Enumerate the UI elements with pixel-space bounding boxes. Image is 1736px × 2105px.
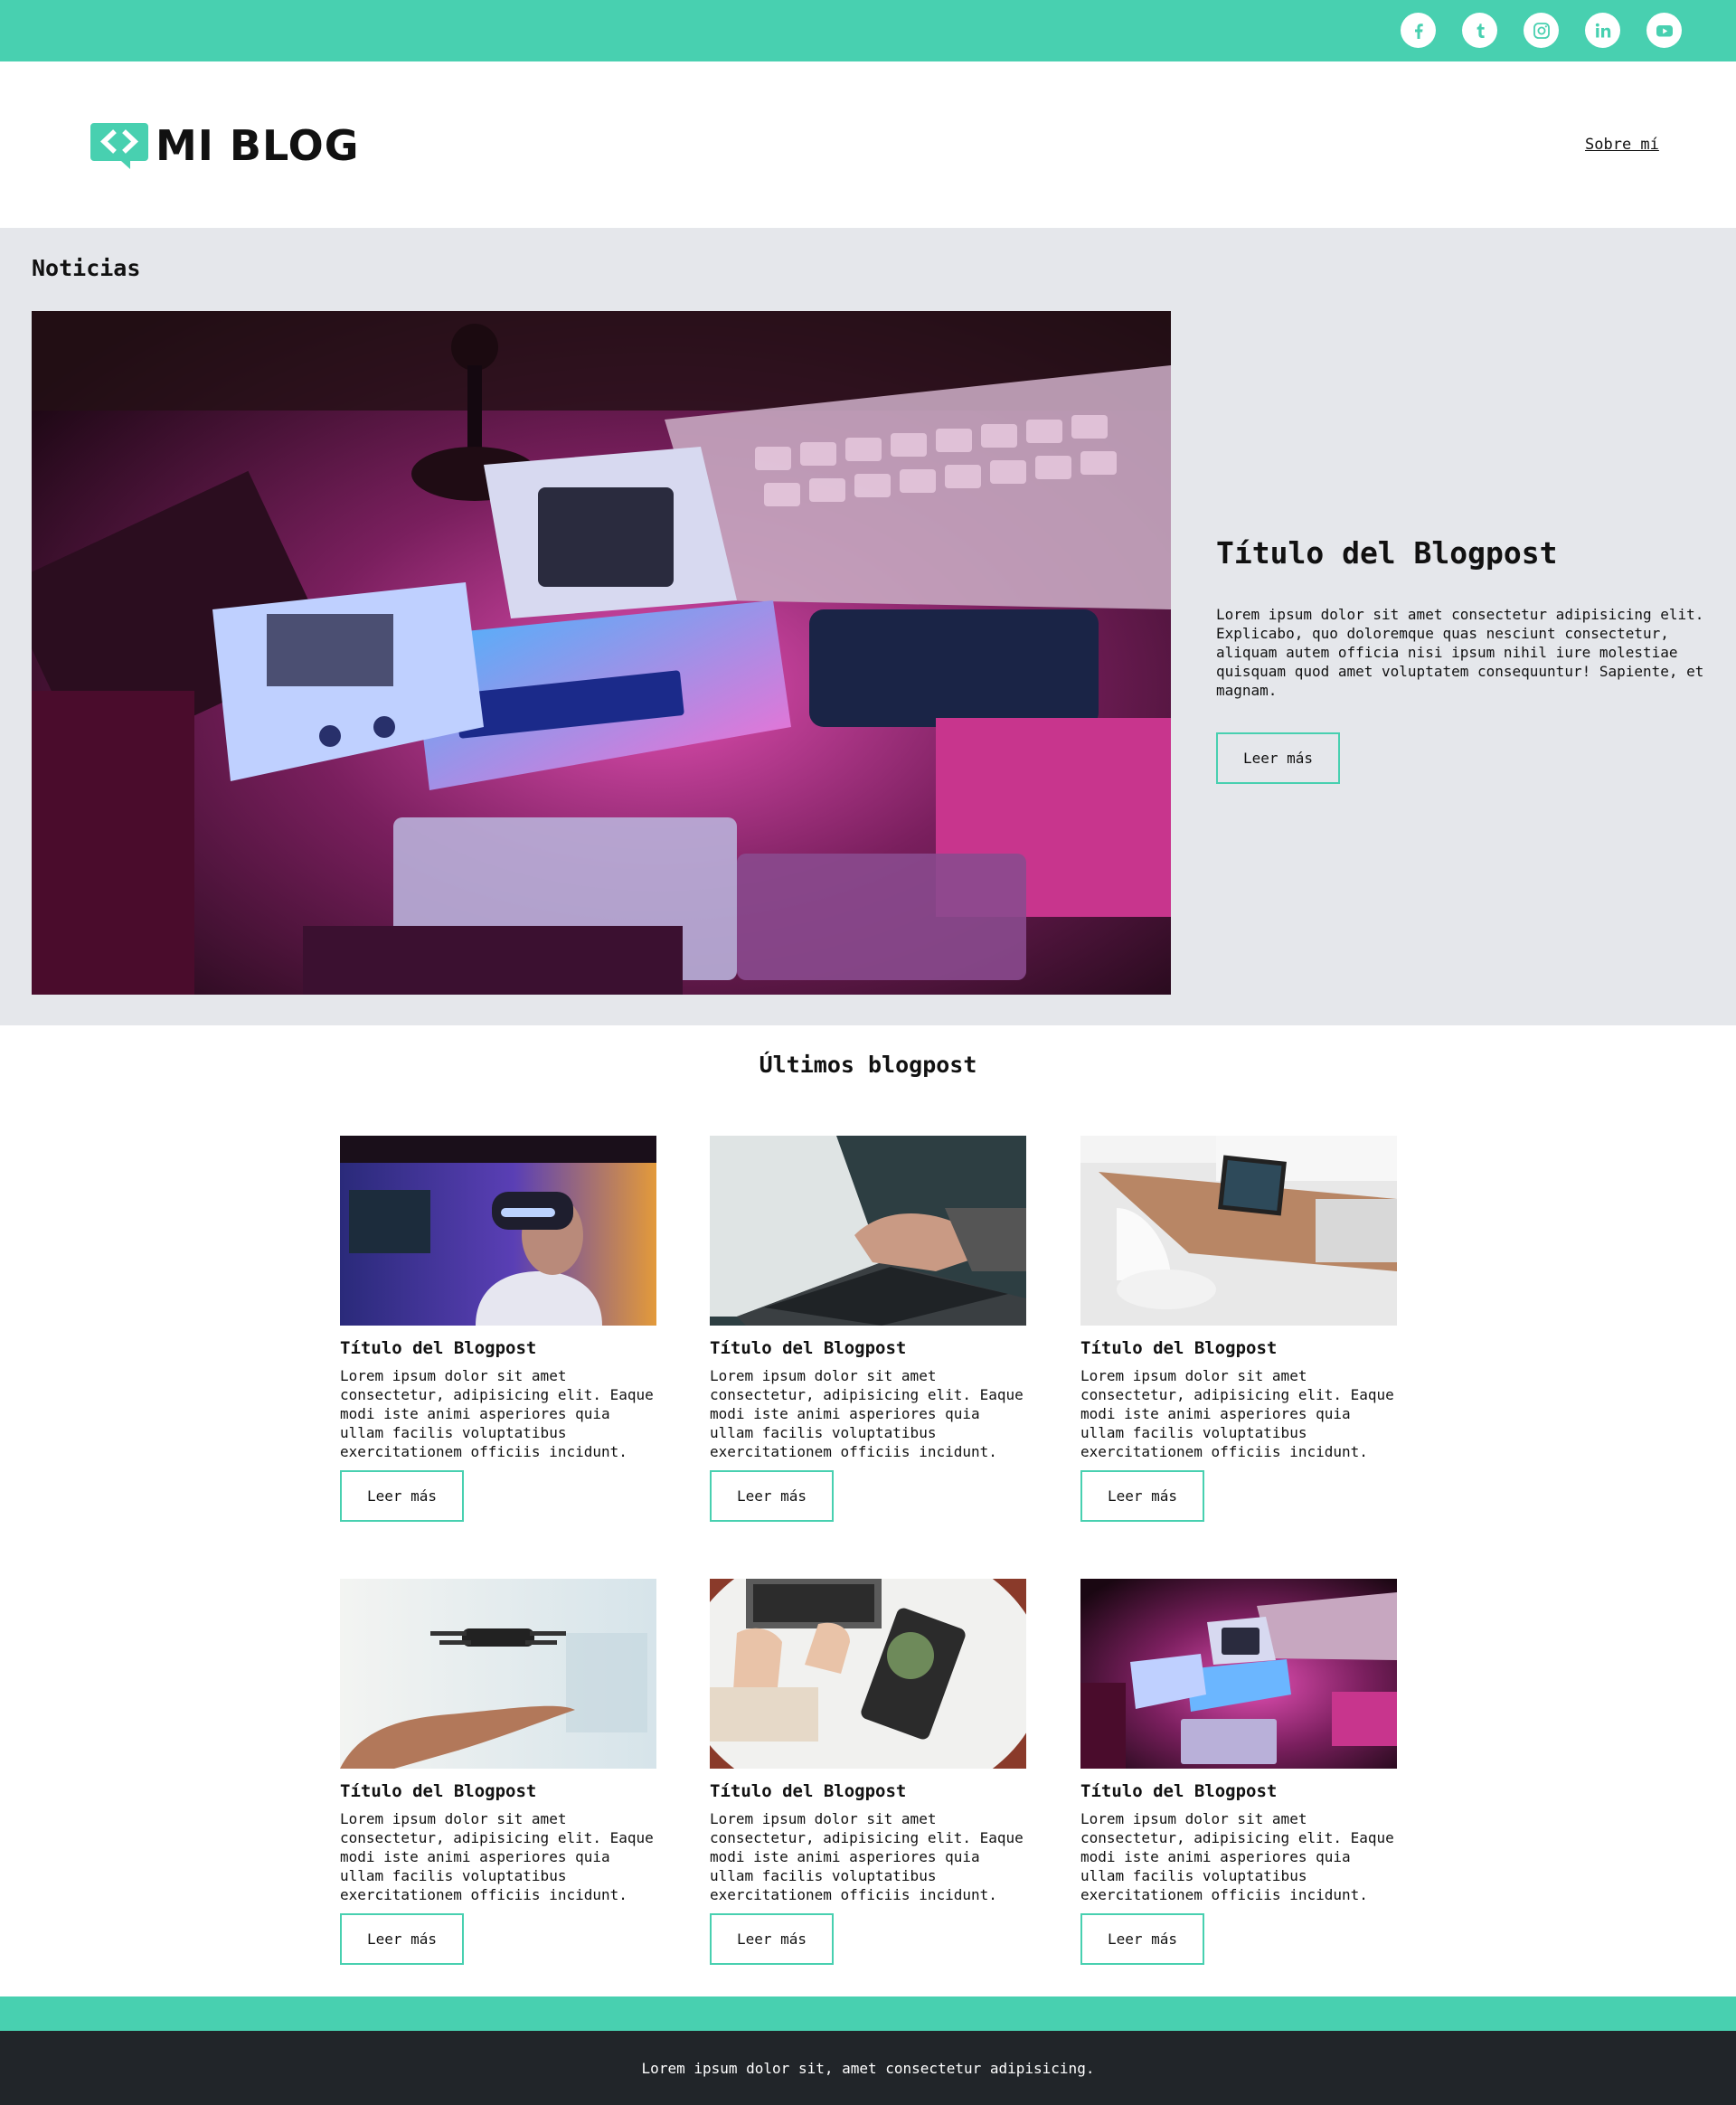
post-card-title: Título del Blogpost	[710, 1781, 907, 1801]
post-card: Título del Blogpost Lorem ipsum dolor si…	[1080, 1579, 1397, 1965]
post-card-image[interactable]	[1080, 1136, 1397, 1326]
desk-laptop-photo	[1080, 1136, 1397, 1326]
post-card-title: Título del Blogpost	[710, 1338, 907, 1358]
post-card: Título del Blogpost Lorem ipsum dolor si…	[710, 1136, 1026, 1522]
post-card-excerpt: Lorem ipsum dolor sit amet consectetur, …	[710, 1367, 1024, 1460]
nav-about-link[interactable]: Sobre mí	[1585, 136, 1659, 154]
retro-computers-photo	[32, 311, 1171, 995]
laptop-typing-photo	[710, 1136, 1026, 1326]
retro-computers-photo	[1080, 1579, 1397, 1769]
post-card: Título del Blogpost Lorem ipsum dolor si…	[1080, 1136, 1397, 1522]
instagram-icon[interactable]	[1524, 13, 1559, 48]
hero-post-excerpt: Lorem ipsum dolor sit amet consectetur a…	[1216, 606, 1704, 699]
hero-post-title: Título del Blogpost	[1216, 535, 1558, 571]
post-card-title: Título del Blogpost	[340, 1338, 537, 1358]
post-card-title: Título del Blogpost	[1080, 1781, 1278, 1801]
drone-hand-photo	[340, 1579, 656, 1769]
news-section-title: Noticias	[32, 255, 141, 281]
post-card-read-more-button[interactable]: Leer más	[710, 1470, 834, 1522]
post-card-read-more-button[interactable]: Leer más	[340, 1913, 464, 1965]
post-card: Título del Blogpost Lorem ipsum dolor si…	[340, 1579, 656, 1965]
post-card-image[interactable]	[710, 1136, 1026, 1326]
post-card-image[interactable]	[710, 1579, 1026, 1769]
vr-headset-photo	[340, 1136, 656, 1326]
post-card-excerpt: Lorem ipsum dolor sit amet consectetur, …	[1080, 1810, 1394, 1903]
post-card-read-more-button[interactable]: Leer más	[710, 1913, 834, 1965]
post-card-excerpt: Lorem ipsum dolor sit amet consectetur, …	[710, 1810, 1024, 1903]
site-footer: Lorem ipsum dolor sit, amet consectetur …	[0, 2031, 1736, 2105]
news-section: Noticias Título del Blogpost Lorem ipsum…	[0, 228, 1736, 1025]
logo-mark-icon	[90, 123, 148, 169]
hero-read-more-button[interactable]: Leer más	[1216, 732, 1340, 784]
latest-section-title: Últimos blogpost	[759, 1052, 977, 1078]
hero-text: Título del Blogpost Lorem ipsum dolor si…	[1216, 535, 1713, 784]
post-card-image[interactable]	[1080, 1579, 1397, 1769]
facebook-icon[interactable]	[1401, 13, 1436, 48]
logo-text: MI BLOG	[156, 121, 360, 170]
site-logo[interactable]: MI BLOG	[90, 121, 360, 170]
post-card: Título del Blogpost Lorem ipsum dolor si…	[710, 1579, 1026, 1965]
post-card-read-more-button[interactable]: Leer más	[1080, 1913, 1204, 1965]
post-card-title: Título del Blogpost	[1080, 1338, 1278, 1358]
post-card-excerpt: Lorem ipsum dolor sit amet consectetur, …	[340, 1810, 654, 1903]
post-card-image[interactable]	[340, 1136, 656, 1326]
tumblr-icon[interactable]	[1462, 13, 1497, 48]
post-card-excerpt: Lorem ipsum dolor sit amet consectetur, …	[1080, 1367, 1394, 1460]
youtube-icon[interactable]	[1646, 13, 1682, 48]
post-card-excerpt: Lorem ipsum dolor sit amet consectetur, …	[340, 1367, 654, 1460]
social-bar	[0, 0, 1736, 61]
footer-text: Lorem ipsum dolor sit, amet consectetur …	[641, 2059, 1095, 2077]
post-card-read-more-button[interactable]: Leer más	[1080, 1470, 1204, 1522]
post-card: Título del Blogpost Lorem ipsum dolor si…	[340, 1136, 656, 1522]
footer-accent-bar	[0, 1996, 1736, 2031]
post-card-title: Título del Blogpost	[340, 1781, 537, 1801]
hero-image[interactable]	[32, 311, 1171, 995]
linkedin-icon[interactable]	[1585, 13, 1620, 48]
post-card-image[interactable]	[340, 1579, 656, 1769]
site-header: MI BLOG Sobre mí	[0, 61, 1736, 228]
post-card-read-more-button[interactable]: Leer más	[340, 1470, 464, 1522]
keyboard-plant-photo	[710, 1579, 1026, 1769]
